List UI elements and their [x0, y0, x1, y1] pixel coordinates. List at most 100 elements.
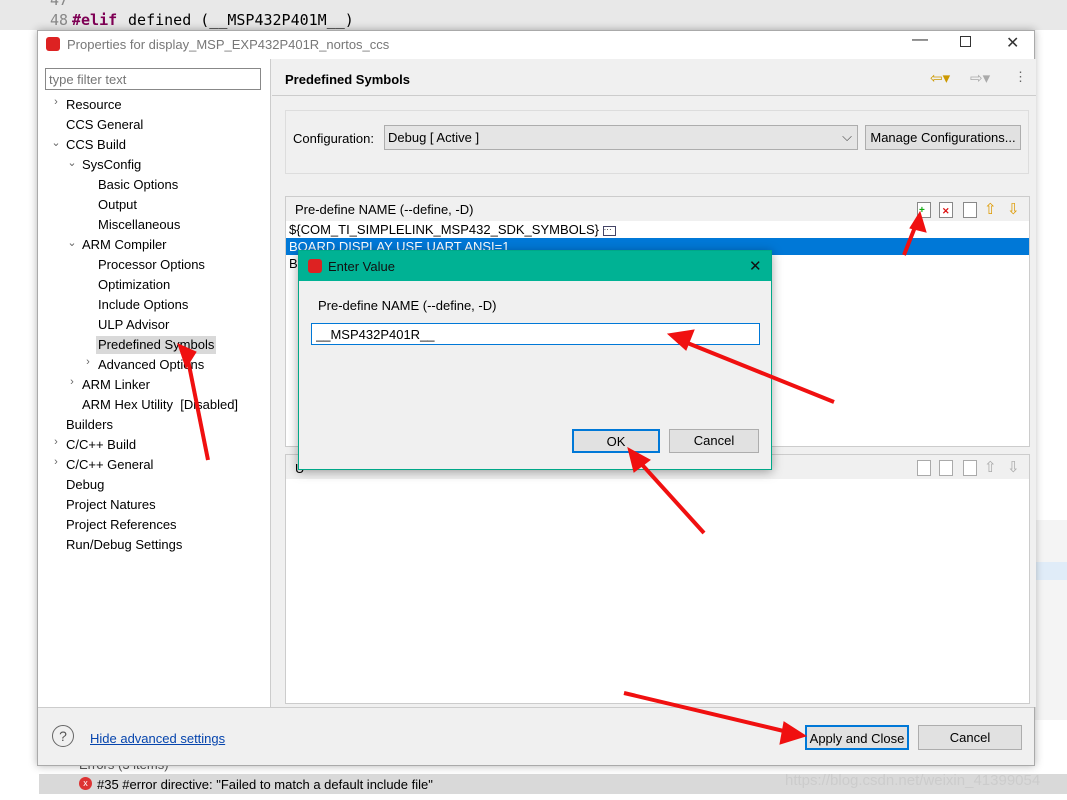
- sidebar-item[interactable]: Output: [96, 196, 139, 214]
- sidebar-item[interactable]: CCS Build: [64, 136, 128, 154]
- sidebar-item-label: Run/Debug Settings: [66, 537, 183, 552]
- sidebar-item[interactable]: Predefined Symbols: [96, 336, 217, 354]
- sidebar-item[interactable]: Include Options: [96, 296, 190, 314]
- apply-and-close-button[interactable]: Apply and Close: [805, 725, 909, 750]
- configuration-label: Configuration:: [293, 131, 374, 146]
- sidebar-item[interactable]: Processor Options: [96, 256, 207, 274]
- sidebar-item-label: C/C++ General: [66, 457, 154, 472]
- close-button[interactable]: ✕: [1006, 33, 1019, 53]
- help-icon[interactable]: ?: [52, 725, 74, 747]
- configuration-select[interactable]: Debug [ Active ] ⌵: [384, 125, 858, 150]
- sidebar-item-label: SysConfig: [82, 157, 142, 172]
- chevron-down-icon[interactable]: ⌄: [66, 236, 78, 249]
- define-header-label: Pre-define NAME (--define, -D): [295, 202, 474, 217]
- sidebar-item-label: ULP Advisor: [98, 317, 170, 332]
- sidebar-item[interactable]: SysConfig: [80, 156, 143, 174]
- error-icon: x: [79, 777, 92, 790]
- add-icon[interactable]: +: [917, 202, 931, 218]
- page-title: Predefined Symbols: [285, 72, 410, 87]
- dialog-title: Properties for display_MSP_EXP432P401R_n…: [67, 37, 390, 52]
- sidebar-item[interactable]: Optimization: [96, 276, 172, 294]
- sidebar-item-label: Include Options: [98, 297, 189, 312]
- add-icon[interactable]: [917, 460, 931, 476]
- value-input[interactable]: [311, 323, 760, 345]
- more-icon[interactable]: ⋮: [1014, 69, 1027, 85]
- sidebar-item-label: ARM Linker: [82, 377, 150, 392]
- forward-icon[interactable]: ⇨▾: [970, 69, 990, 87]
- chevron-right-icon[interactable]: ›: [82, 356, 94, 368]
- sidebar-item-label: Debug: [66, 477, 105, 492]
- move-down-icon[interactable]: ⇩: [1007, 458, 1020, 476]
- sidebar-item-label: Builders: [66, 417, 113, 432]
- code-keyword: #elif: [72, 11, 118, 29]
- define-header: Pre-define NAME (--define, -D) + ✕ ⇧ ⇩: [286, 197, 1029, 221]
- sidebar-item[interactable]: Basic Options: [96, 176, 180, 194]
- back-icon[interactable]: ⇦▾: [930, 69, 950, 87]
- sidebar-item-label: C/C++ Build: [66, 437, 137, 452]
- chevron-right-icon[interactable]: ›: [50, 436, 62, 448]
- chevron-right-icon[interactable]: ›: [50, 456, 62, 468]
- sidebar-item-label: ARM Compiler: [82, 237, 167, 252]
- undefine-list-panel: U ⇧ ⇩: [285, 454, 1030, 704]
- sidebar-item-label: Project Natures: [66, 497, 156, 512]
- problems-view: Errors (3 items) x #35 #error directive:…: [37, 757, 1067, 800]
- ide-background: [1035, 520, 1067, 720]
- value-label: Pre-define NAME (--define, -D): [318, 298, 497, 313]
- close-button[interactable]: ✕: [749, 257, 762, 275]
- sidebar-item[interactable]: Miscellaneous: [96, 216, 182, 234]
- delete-icon[interactable]: ✕: [939, 202, 953, 218]
- sidebar-item[interactable]: ARM Compiler: [80, 236, 169, 254]
- sidebar-item-label: Resource: [66, 97, 122, 112]
- line-number: 48: [50, 11, 69, 29]
- maximize-button[interactable]: [960, 36, 971, 47]
- chevron-right-icon[interactable]: ›: [66, 376, 78, 388]
- modal-title: Enter Value: [328, 259, 395, 274]
- sidebar-item[interactable]: ARM Linker: [80, 376, 152, 394]
- sidebar-item[interactable]: Project Natures: [64, 496, 158, 514]
- sidebar-item-label: Optimization: [98, 277, 171, 292]
- sidebar-item[interactable]: Resource: [64, 96, 124, 114]
- list-item[interactable]: ${COM_TI_SIMPLELINK_MSP432_SDK_SYMBOLS} …: [286, 221, 1029, 238]
- edit-icon[interactable]: [963, 460, 977, 476]
- chevron-down-icon[interactable]: ⌄: [66, 156, 78, 169]
- configuration-group: Configuration: Debug [ Active ] ⌵ Manage…: [285, 110, 1029, 174]
- cancel-button[interactable]: Cancel: [669, 429, 759, 453]
- dialog-titlebar: Properties for display_MSP_EXP432P401R_n…: [38, 31, 1034, 59]
- delete-icon[interactable]: [939, 460, 953, 476]
- move-down-icon[interactable]: ⇩: [1007, 200, 1020, 218]
- sidebar-item-label: Advanced Options: [98, 357, 205, 372]
- manage-configurations-button[interactable]: Manage Configurations...: [865, 125, 1021, 150]
- hide-advanced-settings-link[interactable]: Hide advanced settings: [90, 731, 225, 746]
- sidebar-item[interactable]: Project References: [64, 516, 179, 534]
- sidebar-item[interactable]: ARM Hex Utility [Disabled]: [80, 396, 240, 414]
- sidebar-item[interactable]: Debug: [64, 476, 106, 494]
- app-icon: [46, 37, 60, 51]
- watermark: https://blog.csdn.net/weixin_41399054: [785, 772, 1041, 789]
- app-icon: [308, 259, 322, 273]
- sidebar-item[interactable]: CCS General: [64, 116, 145, 134]
- browse-icon[interactable]: ···: [602, 225, 616, 236]
- sidebar-item[interactable]: Run/Debug Settings: [64, 536, 184, 554]
- configuration-value: Debug [ Active ]: [388, 130, 480, 145]
- edit-icon[interactable]: [963, 202, 977, 218]
- sidebar-item-label: ARM Hex Utility [Disabled]: [82, 397, 239, 412]
- sidebar-item[interactable]: C/C++ General: [64, 456, 155, 474]
- move-up-icon[interactable]: ⇧: [984, 458, 997, 476]
- code-text: defined (__MSP432P401M__): [119, 11, 354, 29]
- sidebar-item-label: Processor Options: [98, 257, 205, 272]
- list-item-text: ${COM_TI_SIMPLELINK_MSP432_SDK_SYMBOLS}: [289, 222, 599, 237]
- sidebar-item[interactable]: ULP Advisor: [96, 316, 171, 334]
- filter-input[interactable]: [45, 68, 261, 90]
- minimize-button[interactable]: —: [912, 31, 928, 49]
- sidebar-item[interactable]: C/C++ Build: [64, 436, 138, 454]
- modal-titlebar: Enter Value ✕: [299, 251, 771, 281]
- sidebar-item[interactable]: Advanced Options: [96, 356, 206, 374]
- chevron-right-icon[interactable]: ›: [50, 96, 62, 108]
- line-number: 47: [50, 0, 69, 9]
- sidebar-item[interactable]: Builders: [64, 416, 115, 434]
- move-up-icon[interactable]: ⇧: [984, 200, 997, 218]
- ok-button[interactable]: OK: [572, 429, 660, 453]
- chevron-down-icon[interactable]: ⌄: [50, 136, 62, 149]
- cancel-button[interactable]: Cancel: [918, 725, 1022, 750]
- properties-tree-panel: Resource › CCS General CCS Build ⌄ SysConfig ⌄…: [38, 59, 271, 707]
